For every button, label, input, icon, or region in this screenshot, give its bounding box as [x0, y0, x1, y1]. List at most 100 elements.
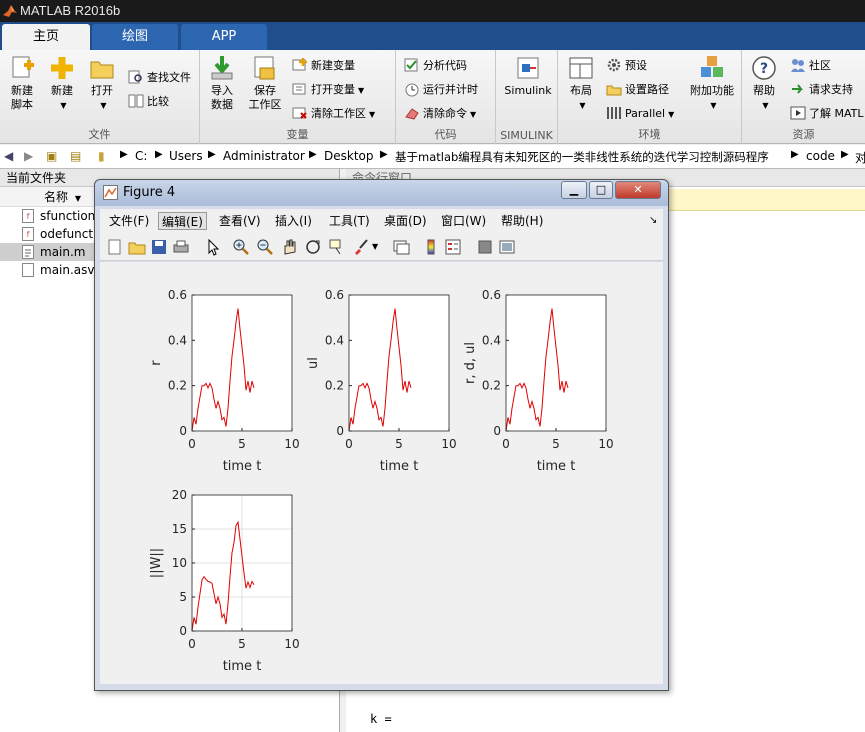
- file-name: main.m: [40, 245, 86, 259]
- new-dropdown-icon: ▼: [60, 101, 67, 110]
- menu-tools[interactable]: 工具(T): [326, 212, 373, 230]
- menu-insert[interactable]: 插入(I): [272, 212, 315, 230]
- colorbar-icon[interactable]: [422, 238, 440, 256]
- preferences-button[interactable]: 预设: [606, 56, 647, 76]
- path-segment-desktop[interactable]: Desktop: [324, 149, 374, 163]
- legend-icon[interactable]: [444, 238, 462, 256]
- request-support-label: 请求支持: [809, 83, 853, 96]
- new-script-button[interactable]: 新建 脚本: [4, 54, 40, 112]
- figure-window: Figure 4 ▁ □ ✕ 文件(F) 编辑(E) 查看(V) 插入(I) 工…: [94, 179, 669, 691]
- clear-commands-icon: [405, 108, 419, 120]
- figure-canvas[interactable]: 0 0.2 0.4 0.6 0 5 10 time t r 0 0.2 0.4 0.6 0 5 10 time …: [100, 262, 663, 684]
- run-and-time-button[interactable]: 运行并计时: [404, 80, 478, 100]
- path-segment-sub[interactable]: 对: [855, 149, 865, 166]
- data-cursor-icon[interactable]: [328, 238, 346, 256]
- new-variable-icon: [292, 58, 307, 71]
- path-segment-drive[interactable]: C:: [135, 149, 147, 163]
- new-figure-icon[interactable]: [106, 238, 124, 256]
- request-support-button[interactable]: 请求支持: [790, 80, 853, 100]
- subplot-1: 0 0.2 0.4 0.6 0 5 10 time t r: [149, 288, 300, 474]
- learn-matlab-button[interactable]: 了解 MATL: [790, 104, 864, 124]
- menu-dock-arrow-icon[interactable]: ↘: [646, 212, 660, 230]
- ribbon-tab-bar: 主页 绘图 APP: [0, 22, 865, 50]
- new-label: 新建: [51, 84, 73, 97]
- axes-background: [506, 295, 606, 431]
- open-variable-dropdown-icon[interactable]: ▼: [358, 86, 364, 95]
- save-workspace-label-1: 保存: [254, 84, 276, 97]
- menu-view[interactable]: 查看(V): [216, 212, 264, 230]
- tab-home[interactable]: 主页: [2, 24, 90, 50]
- x-tick-label: 0: [188, 437, 196, 451]
- forward-arrow-icon[interactable]: ▶: [24, 149, 33, 163]
- community-button[interactable]: 社区: [790, 56, 831, 76]
- brush-dropdown-icon[interactable]: ▼: [372, 238, 390, 256]
- analyze-code-button[interactable]: 分析代码: [404, 56, 467, 76]
- save-workspace-button[interactable]: 保存 工作区: [244, 54, 286, 112]
- y-tick-label: 0.6: [482, 288, 501, 302]
- maximize-icon: □: [595, 183, 607, 196]
- new-script-label-2: 脚本: [11, 98, 33, 111]
- path-segment-users[interactable]: Users: [169, 149, 203, 163]
- hide-plot-tools-icon[interactable]: [476, 238, 494, 256]
- path-segment-administrator[interactable]: Administrator: [223, 149, 305, 163]
- maximize-button[interactable]: □: [589, 181, 613, 199]
- mfunction-file-icon: f: [22, 209, 34, 223]
- menu-window[interactable]: 窗口(W): [438, 212, 489, 230]
- import-data-button[interactable]: 导入 数据: [204, 54, 240, 112]
- open-variable-button[interactable]: 打开变量 ▼: [292, 80, 364, 100]
- menu-file[interactable]: 文件(F): [106, 212, 152, 230]
- import-data-label-2: 数据: [211, 98, 233, 111]
- clear-workspace-button[interactable]: 清除工作区 ▼: [292, 104, 375, 124]
- menu-desktop[interactable]: 桌面(D): [381, 212, 430, 230]
- run-and-time-icon: [405, 83, 419, 97]
- open-icon[interactable]: [128, 238, 146, 256]
- up-folder-icon[interactable]: ▣: [46, 149, 57, 163]
- new-variable-button[interactable]: 新建变量: [292, 56, 355, 76]
- zoom-out-icon[interactable]: [256, 238, 274, 256]
- open-variable-label: 打开变量: [311, 83, 355, 96]
- path-separator-icon: ▶: [380, 149, 388, 160]
- save-icon[interactable]: [150, 238, 168, 256]
- find-files-button[interactable]: 查找文件: [128, 68, 191, 88]
- tab-plots[interactable]: 绘图: [92, 24, 178, 50]
- request-support-icon: [792, 84, 803, 94]
- menu-help[interactable]: 帮助(H): [498, 212, 546, 230]
- brush-icon[interactable]: [352, 238, 370, 256]
- help-button[interactable]: ? 帮助 ▼: [746, 54, 782, 113]
- close-button[interactable]: ✕: [615, 181, 661, 199]
- pan-icon[interactable]: [280, 238, 298, 256]
- clear-workspace-dropdown-icon[interactable]: ▼: [369, 110, 375, 119]
- link-icon[interactable]: [392, 238, 410, 256]
- parallel-button[interactable]: Parallel ▼: [606, 104, 674, 124]
- analyze-code-icon: [404, 58, 418, 72]
- figure-title-bar[interactable]: Figure 4 ▁ □ ✕: [95, 180, 668, 206]
- path-segment-code[interactable]: code: [806, 149, 835, 163]
- y-tick-label: 15: [172, 522, 187, 536]
- subplot-3: 0 0.2 0.4 0.6 0 5 10 time t r, d, ul: [463, 288, 614, 474]
- print-icon[interactable]: [172, 238, 190, 256]
- parallel-dropdown-icon[interactable]: ▼: [668, 110, 674, 119]
- open-variable-icon: [292, 83, 306, 95]
- pointer-icon[interactable]: [204, 238, 222, 256]
- path-separator-icon: ▶: [120, 149, 128, 160]
- browse-folder-icon[interactable]: ▤: [70, 149, 81, 163]
- layout-button[interactable]: 布局 ▼: [564, 54, 598, 113]
- zoom-in-icon[interactable]: [232, 238, 250, 256]
- path-segment-project[interactable]: 基于matlab编程具有未知死区的一类非线性系统的迭代学习控制源码程序: [395, 149, 769, 165]
- rotate-icon[interactable]: [304, 238, 322, 256]
- compare-label: 比较: [147, 95, 169, 108]
- set-path-button[interactable]: 设置路径: [606, 80, 669, 100]
- back-arrow-icon[interactable]: ◀: [4, 149, 13, 163]
- show-plot-tools-icon[interactable]: [498, 238, 516, 256]
- menu-edit[interactable]: 编辑(E): [158, 212, 207, 230]
- tab-apps[interactable]: APP: [181, 24, 267, 50]
- open-button[interactable]: 打开 ▼: [84, 54, 120, 113]
- learn-matlab-icon: [790, 106, 806, 120]
- new-button[interactable]: 新建 ▼: [44, 54, 80, 113]
- simulink-button[interactable]: Simulink: [502, 54, 554, 98]
- clear-commands-dropdown-icon[interactable]: ▼: [470, 110, 476, 119]
- addons-button[interactable]: 附加功能 ▼: [686, 54, 738, 113]
- clear-commands-button[interactable]: 清除命令 ▼: [404, 104, 476, 124]
- minimize-button[interactable]: ▁: [561, 181, 587, 199]
- compare-button[interactable]: 比较: [128, 92, 169, 112]
